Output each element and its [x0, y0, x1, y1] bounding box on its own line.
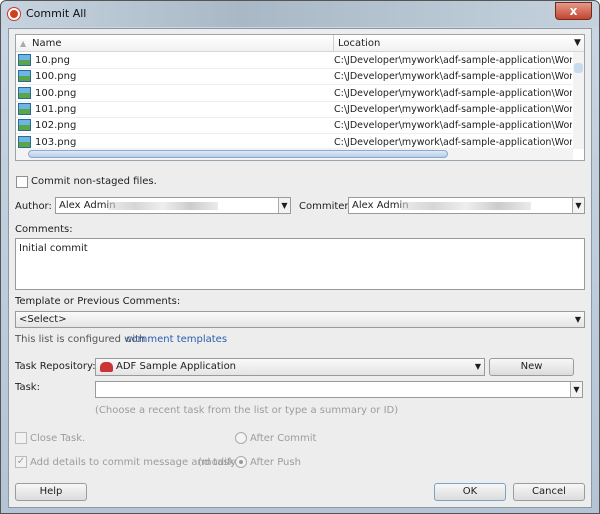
file-name: 100.png: [35, 87, 77, 99]
repository-icon: [100, 362, 113, 372]
files-table: ▲ Name Location ▼ 10.png C:\JDeveloper\my…: [15, 34, 585, 161]
column-header-location[interactable]: Location: [338, 38, 380, 49]
commiter-combo[interactable]: Alex Admin ▼: [348, 197, 585, 214]
window-title: Commit All: [26, 7, 87, 20]
modify-link[interactable]: (modify): [198, 457, 240, 468]
add-details-checkbox[interactable]: ✓: [15, 456, 27, 468]
app-logo-icon: [8, 8, 20, 20]
image-file-icon: [18, 86, 31, 99]
file-location: C:\JDeveloper\mywork\adf-sample-applicat…: [334, 136, 572, 148]
chevron-down-icon[interactable]: ▼: [472, 359, 484, 374]
file-location: C:\JDeveloper\mywork\adf-sample-applicat…: [334, 103, 572, 115]
sort-asc-icon: ▲: [20, 39, 27, 48]
title-bar: Commit All x: [1, 1, 599, 27]
table-row[interactable]: 101.png C:\JDeveloper\mywork\adf-sample-a…: [16, 101, 572, 118]
commit-nonstaged-checkbox[interactable]: [16, 176, 28, 188]
comments-label: Comments:: [15, 224, 73, 235]
task-repository-select[interactable]: ADF Sample Application ▼: [95, 358, 485, 376]
image-file-icon: [18, 70, 31, 83]
horizontal-scroll-thumb[interactable]: [28, 150, 448, 158]
image-file-icon: [18, 119, 31, 132]
chevron-down-icon[interactable]: ▼: [570, 382, 582, 397]
task-hint: (Choose a recent task from the list or t…: [95, 405, 399, 416]
file-name: 101.png: [35, 103, 77, 115]
task-repository-label: Task Repository:: [15, 361, 96, 372]
file-name: 103.png: [35, 136, 77, 148]
file-name: 10.png: [35, 55, 70, 66]
close-task-label: Close Task.: [30, 433, 86, 444]
after-commit-label: After Commit: [250, 433, 317, 444]
chevron-down-icon[interactable]: ▼: [278, 198, 290, 213]
table-row[interactable]: 100.png C:\JDeveloper\mywork\adf-sample-a…: [16, 68, 572, 86]
chevron-down-icon[interactable]: ▼: [572, 198, 584, 213]
ok-button[interactable]: OK: [434, 483, 506, 501]
new-button[interactable]: New: [489, 358, 574, 376]
image-file-icon: [18, 54, 31, 66]
task-label: Task:: [15, 382, 40, 393]
commiter-label: Commiter:: [299, 201, 352, 212]
task-input[interactable]: ▼: [95, 381, 583, 398]
file-name: 100.png: [35, 71, 77, 83]
file-location: C:\JDeveloper\mywork\adf-sample-applicat…: [334, 55, 572, 66]
image-file-icon: [18, 102, 31, 115]
after-push-label: After Push: [250, 457, 301, 468]
file-location: C:\JDeveloper\mywork\adf-sample-applicat…: [334, 87, 572, 99]
template-value: <Select>: [19, 314, 67, 325]
author-label: Author:: [15, 201, 52, 212]
commit-nonstaged-label: Commit non-staged files.: [31, 176, 157, 187]
column-header-name[interactable]: Name: [32, 38, 62, 49]
table-row[interactable]: 102.png C:\JDeveloper\mywork\adf-sample-a…: [16, 117, 572, 135]
close-task-checkbox[interactable]: [15, 432, 27, 444]
template-label: Template or Previous Comments:: [15, 296, 181, 307]
after-push-radio[interactable]: [235, 456, 247, 468]
table-header: ▲ Name Location ▼: [16, 35, 584, 52]
comments-value: Initial commit: [19, 243, 88, 254]
table-row[interactable]: 100.png C:\JDeveloper\mywork\adf-sample-a…: [16, 85, 572, 102]
after-commit-radio[interactable]: [235, 432, 247, 444]
image-file-icon: [18, 135, 31, 148]
cancel-button[interactable]: Cancel: [513, 483, 585, 501]
file-name: 102.png: [35, 120, 77, 132]
close-button[interactable]: x: [555, 2, 592, 20]
file-location: C:\JDeveloper\mywork\adf-sample-applicat…: [334, 71, 572, 83]
comment-templates-link[interactable]: comment templates: [126, 334, 227, 345]
author-combo[interactable]: Alex Admin ▼: [55, 197, 291, 214]
file-location: C:\JDeveloper\mywork\adf-sample-applicat…: [334, 120, 572, 132]
table-row[interactable]: 10.png C:\JDeveloper\mywork\adf-sample-ap…: [16, 52, 572, 69]
comments-textarea[interactable]: Initial commit: [15, 238, 585, 290]
column-menu-icon[interactable]: ▼: [574, 38, 581, 48]
help-button[interactable]: Help: [15, 483, 87, 501]
vertical-scroll-thumb[interactable]: [574, 63, 583, 73]
task-repository-value: ADF Sample Application: [116, 361, 237, 372]
chevron-down-icon[interactable]: ▼: [572, 312, 584, 327]
template-select[interactable]: <Select> ▼: [15, 311, 585, 328]
